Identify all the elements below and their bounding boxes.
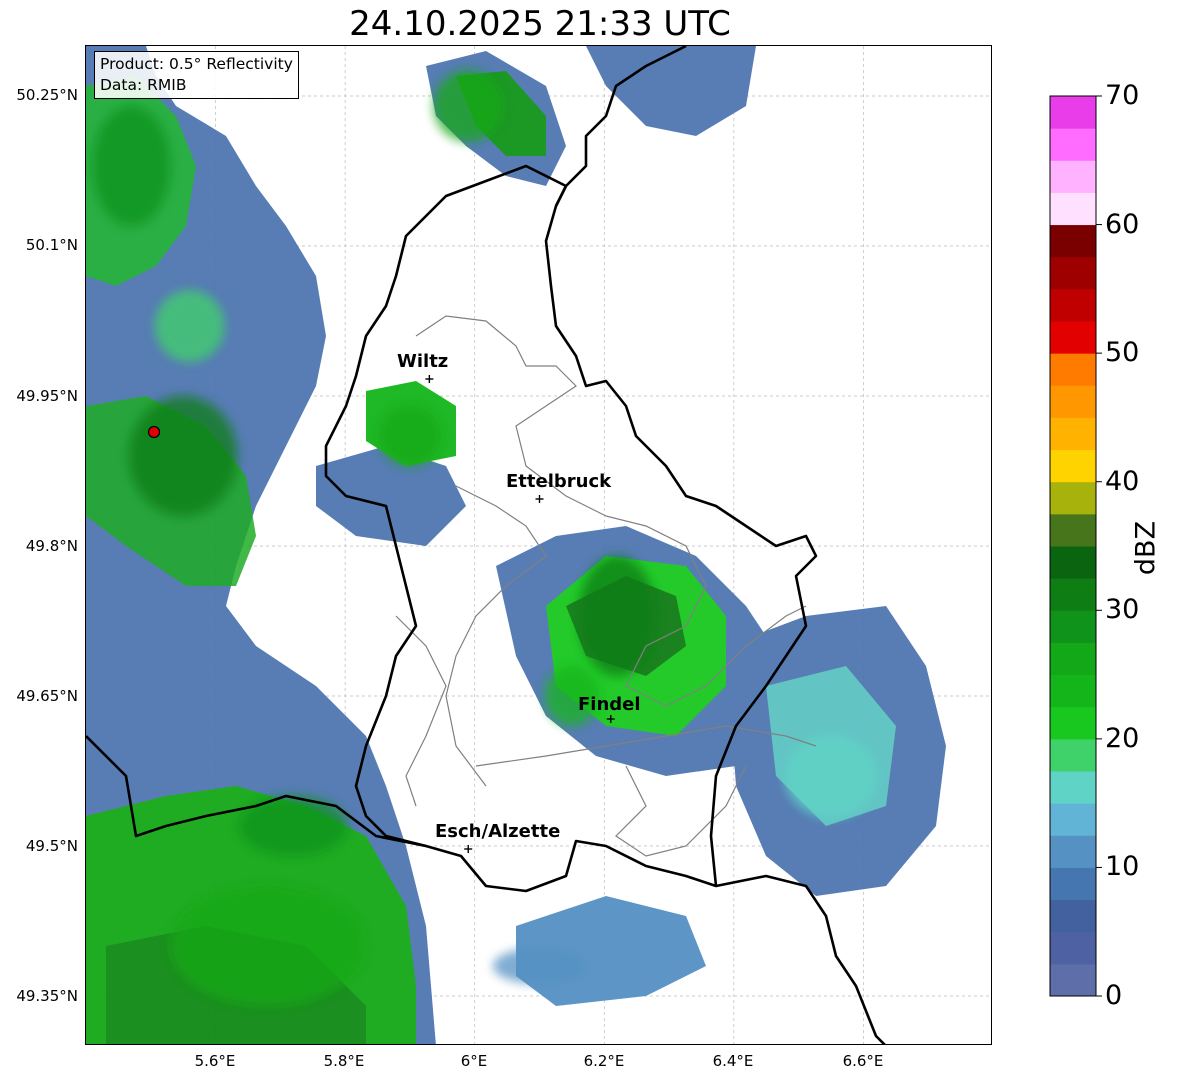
city-marker: [535, 495, 544, 503]
echo-cell: [92, 106, 171, 226]
radar-map[interactable]: [85, 45, 992, 1045]
colorbar-segment: [1050, 578, 1096, 611]
colorbar-segments: [1050, 96, 1096, 997]
lat-tick-label: 50.1°N: [25, 236, 78, 254]
data-source-line: Data: RMIB: [100, 76, 187, 94]
colorbar-segment: [1050, 931, 1096, 965]
colorbar-segment: [1050, 963, 1096, 997]
lon-tick-label: 5.8°E: [323, 1052, 365, 1070]
lat-tick-label: 50.25°N: [16, 86, 78, 104]
colorbar-segment: [1050, 642, 1096, 676]
echo-cell: [433, 70, 504, 142]
colorbar-tick-label: 0: [1105, 980, 1123, 1011]
colorbar: [1049, 95, 1102, 997]
colorbar-segment: [1050, 738, 1096, 772]
radar-echo-fields: [86, 46, 946, 1044]
colorbar-tick-label: 30: [1105, 594, 1140, 625]
lon-tick-label: 6.4°E: [712, 1052, 754, 1070]
colorbar-segment: [1050, 513, 1096, 547]
echo-cell: [492, 948, 587, 984]
lat-tick-label: 49.95°N: [16, 387, 78, 405]
lat-tick-label: 49.5°N: [25, 837, 78, 855]
echo-field-northeast: [586, 46, 756, 136]
city-label-esch-alzette: Esch/Alzette: [435, 821, 561, 842]
echo-cell: [784, 734, 878, 818]
colorbar-segment: [1050, 546, 1096, 579]
colorbar-segment: [1050, 256, 1096, 290]
colorbar-segment: [1050, 803, 1096, 836]
city-label-ettelbruck: Ettelbruck: [506, 471, 612, 492]
map-title: 24.10.2025 21:33 UTC: [349, 4, 731, 44]
city-marker: [425, 375, 434, 383]
city-label-wiltz: Wiltz: [397, 351, 449, 372]
colorbar-ticks: [1096, 95, 1102, 997]
colorbar-segment: [1050, 288, 1096, 322]
colorbar-segment: [1050, 385, 1096, 418]
colorbar-segment: [1050, 449, 1096, 483]
colorbar-tick-label: 10: [1105, 851, 1140, 882]
district-line-southeast: [615, 765, 747, 857]
echo-cell: [378, 406, 442, 466]
lon-tick-label: 6°E: [460, 1052, 488, 1070]
colorbar-segment: [1050, 128, 1096, 161]
colorbar-segment: [1050, 160, 1096, 193]
colorbar-segment: [1050, 674, 1096, 708]
colorbar-segment: [1050, 610, 1096, 643]
colorbar-segment: [1050, 771, 1096, 804]
colorbar-tick-label: 60: [1105, 209, 1140, 240]
colorbar-segment: [1050, 899, 1096, 933]
colorbar-tick-label: 70: [1105, 80, 1140, 111]
lat-tick-label: 49.65°N: [16, 687, 78, 705]
colorbar-segment: [1050, 481, 1096, 515]
colorbar-segment: [1050, 321, 1096, 354]
colorbar-segment: [1050, 224, 1096, 258]
colorbar-tick-label: 40: [1105, 466, 1140, 497]
colorbar-segment: [1050, 835, 1096, 868]
colorbar-title: dBZ: [1130, 520, 1162, 576]
city-label-findel: Findel: [578, 694, 641, 715]
colorbar-segment: [1050, 867, 1096, 901]
lon-tick-label: 6.2°E: [583, 1052, 625, 1070]
colorbar-tick-label: 50: [1105, 337, 1140, 368]
colorbar-segment: [1050, 96, 1096, 129]
echo-cell: [128, 396, 238, 516]
echo-cell: [578, 556, 657, 676]
colorbar-segment: [1050, 192, 1096, 226]
echo-cell: [154, 290, 225, 362]
echo-cell: [170, 886, 365, 1006]
lat-tick-label: 49.8°N: [25, 537, 78, 555]
lon-tick-label: 5.6°E: [194, 1052, 236, 1070]
colorbar-tick-label: 20: [1105, 723, 1140, 754]
radar-site-marker[interactable]: [147, 425, 161, 439]
colorbar-segment: [1050, 706, 1096, 740]
product-info-box: Product: 0.5° Reflectivity Data: RMIB: [94, 51, 299, 99]
german-border-southeast: [715, 874, 886, 1044]
lat-tick-label: 49.35°N: [16, 987, 78, 1005]
colorbar-segment: [1050, 353, 1096, 386]
colorbar-segment: [1050, 417, 1096, 451]
product-line: Product: 0.5° Reflectivity: [100, 55, 293, 73]
lon-tick-label: 6.6°E: [842, 1052, 884, 1070]
